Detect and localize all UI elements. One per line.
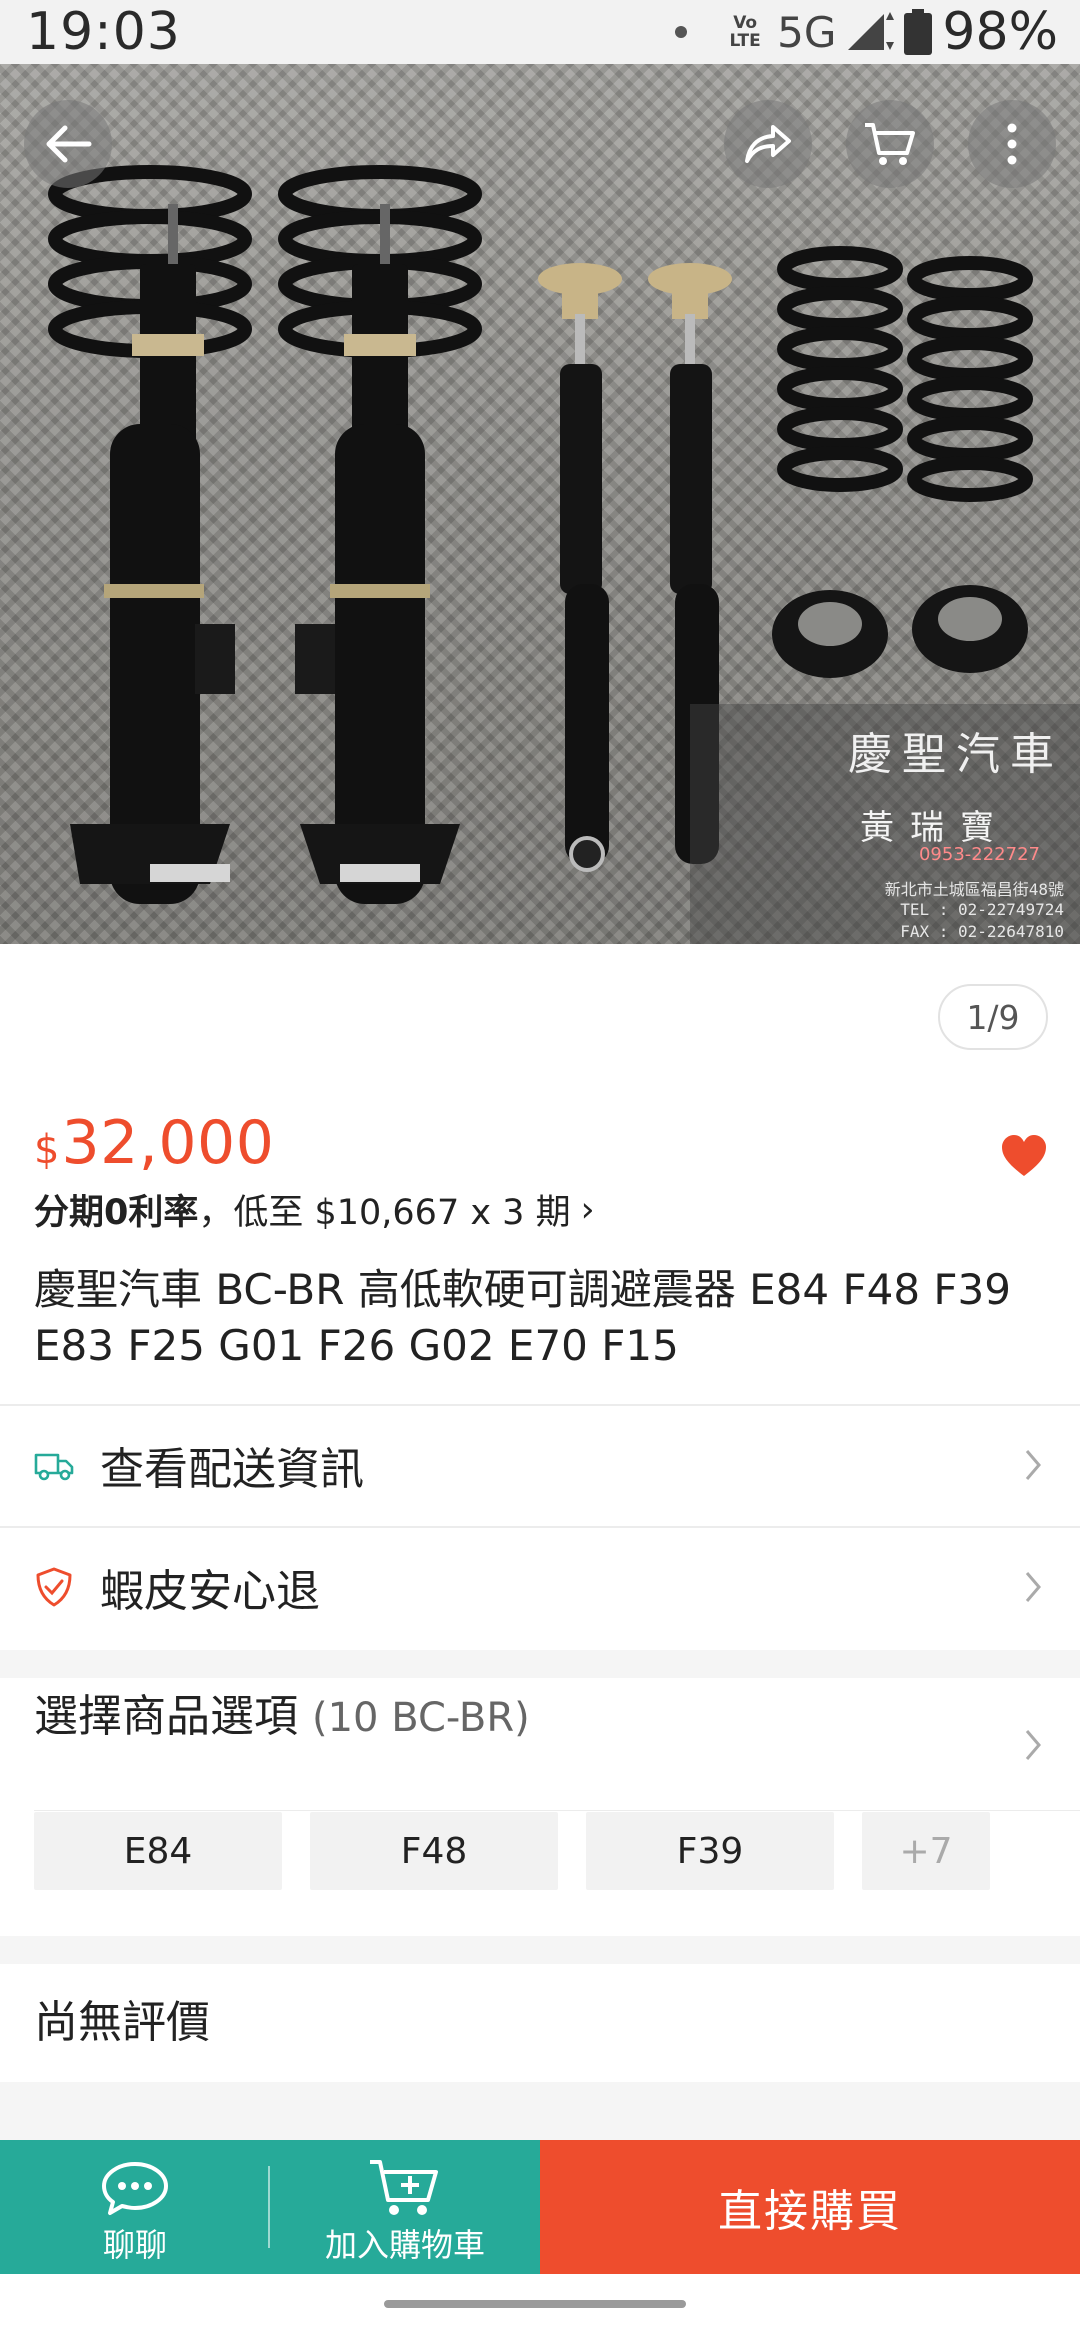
watermark-title: 慶聖汽車 — [848, 729, 1064, 780]
watermark-phone: 0953-222727 — [918, 844, 1040, 865]
section-gap — [0, 1650, 1080, 1678]
watermark-name: 黃瑞寶 — [860, 808, 1010, 848]
chevron-right-icon — [1025, 1572, 1041, 1602]
notification-dot-icon — [675, 26, 688, 38]
like-heart-icon[interactable] — [1000, 1134, 1048, 1178]
shipping-info-row[interactable]: 查看配送資訊 — [0, 1406, 1080, 1524]
add-to-cart-icon — [370, 2160, 438, 2215]
bottom-left-actions: 聊聊 加入購物車 — [0, 2140, 540, 2274]
chevron-right-icon — [1025, 1730, 1041, 1760]
home-indicator[interactable] — [384, 2300, 686, 2308]
chevron-right-icon — [1025, 1450, 1041, 1480]
section-gap — [0, 2082, 1080, 2140]
variant-heading-label: 選擇商品選項 — [34, 1691, 298, 1742]
reviews-label: 尚無評價 — [34, 1997, 210, 2048]
truck-icon — [34, 1453, 74, 1481]
variant-chips: E84 F48 F39 +7 — [34, 1812, 990, 1890]
volte-icon: Vo LTE — [729, 13, 761, 51]
image-pager: 1/9 — [938, 984, 1048, 1050]
add-to-cart-label: 加入購物車 — [324, 2226, 485, 2264]
variant-count: (10 BC-BR) — [312, 1695, 530, 1741]
watermark-address: 新北市土城區福昌街48號 — [884, 880, 1064, 899]
cart-button[interactable] — [846, 100, 934, 188]
section-gap — [0, 1936, 1080, 1964]
guarantee-label: 蝦皮安心退 — [100, 1566, 320, 1617]
seller-watermark: 慶聖汽車 黃瑞寶 0953-222727 新北市土城區福昌街48號 TEL : … — [690, 704, 1080, 944]
status-bar: 19:03 Vo LTE 5G 98% — [0, 0, 1080, 64]
guarantee-row[interactable]: 蝦皮安心退 — [0, 1528, 1080, 1646]
installment-bold: 分期0利率 — [34, 1193, 199, 1233]
buy-now-button[interactable]: 直接購買 — [540, 2140, 1080, 2274]
shipping-info-label: 查看配送資訊 — [100, 1444, 364, 1495]
shopping-cart-icon — [865, 123, 915, 165]
chat-bubble-icon — [102, 2162, 168, 2215]
chat-button[interactable]: 聊聊 — [0, 2140, 270, 2274]
bottom-separator — [268, 2166, 270, 2248]
network-type: 5G — [777, 7, 837, 57]
variant-chip[interactable]: F48 — [310, 1812, 558, 1890]
price-currency: $ — [34, 1127, 60, 1173]
bottom-action-bar: 聊聊 加入購物車 直接購買 — [0, 2140, 1080, 2274]
divider — [34, 1810, 1080, 1811]
arrow-left-icon — [46, 125, 92, 163]
chat-label: 聊聊 — [102, 2226, 167, 2264]
status-icons: Vo LTE 5G 98% — [675, 2, 1058, 62]
product-title: 慶聖汽車 BC-BR 高低軟硬可調避震器 E84 F48 F39 E83 F25… — [34, 1265, 1011, 1370]
battery-percent: 98% — [942, 2, 1058, 62]
variant-chip[interactable]: F39 — [586, 1812, 834, 1890]
shield-check-icon — [36, 1567, 72, 1607]
variant-selector-heading[interactable]: 選擇商品選項 (10 BC-BR) — [34, 1680, 530, 1744]
variant-chip[interactable]: E84 — [34, 1812, 282, 1890]
more-variants-chip[interactable]: +7 — [862, 1812, 990, 1890]
watermark-tel: TEL : 02-22749724 — [900, 900, 1064, 919]
installment-detail: ，低至 $10,667 x 3 期 — [198, 1193, 571, 1233]
more-vertical-icon — [1007, 123, 1017, 165]
watermark-fax: FAX : 02-22647810 — [900, 922, 1064, 941]
add-to-cart-button[interactable]: 加入購物車 — [270, 2140, 540, 2274]
price-value: 32,000 — [61, 1108, 275, 1178]
more-options-button[interactable] — [968, 100, 1056, 188]
status-time: 19:03 — [26, 2, 181, 62]
battery-icon — [904, 9, 933, 55]
back-button[interactable] — [24, 100, 112, 188]
share-icon — [745, 125, 791, 163]
product-image-carousel[interactable]: 慶聖汽車 黃瑞寶 0953-222727 新北市土城區福昌街48號 TEL : … — [0, 64, 1080, 944]
installment-arrow: › — [580, 1189, 595, 1230]
installment-link[interactable]: 分期0利率 ，低至 $10,667 x 3 期 › — [34, 1184, 595, 1235]
product-price: $ 32,000 — [34, 1108, 274, 1178]
share-button[interactable] — [724, 100, 812, 188]
signal-icon — [848, 12, 895, 50]
